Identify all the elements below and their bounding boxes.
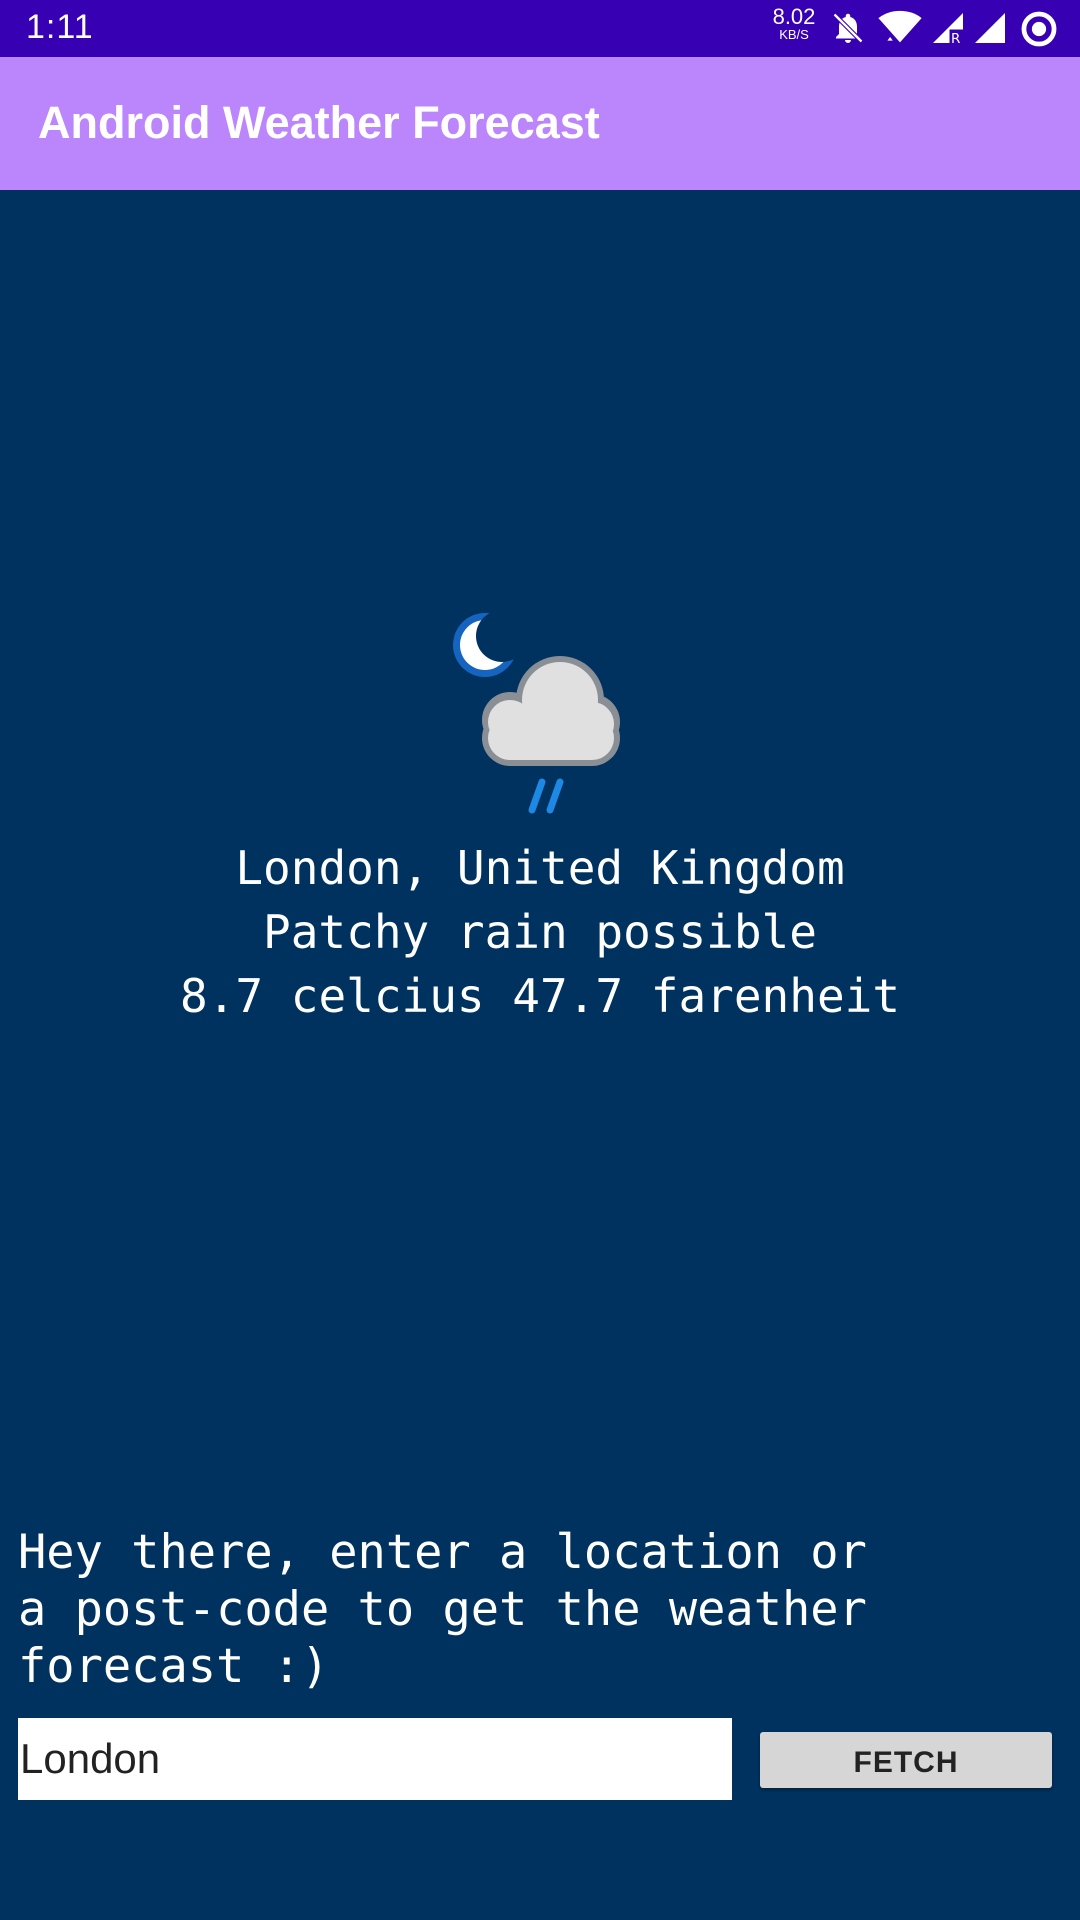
prompt-text: Hey there, enter a location or a post-co… <box>18 1524 1058 1695</box>
status-time: 1:11 <box>26 8 94 46</box>
network-speed: 8.02 KB/S <box>768 4 820 42</box>
network-speed-unit: KB/S <box>779 27 809 42</box>
app-screen: 1:11 8.02 KB/S R Android Weather Forecas… <box>0 0 1080 1920</box>
signal-icon <box>975 13 1005 43</box>
bell-off-icon <box>832 12 864 44</box>
signal-r-icon: R <box>933 13 963 46</box>
prompt-line: a post-code to get the weather <box>18 1582 867 1637</box>
location-text: London, United Kingdom <box>235 841 845 895</box>
svg-text:R: R <box>951 31 960 46</box>
status-bar: 1:11 8.02 KB/S R <box>0 0 1080 57</box>
temperature-text: 8.7 celcius 47.7 farenheit <box>179 969 901 1023</box>
fetch-button[interactable]: FETCH <box>760 1732 1052 1788</box>
app-bar: Android Weather Forecast <box>0 57 1080 190</box>
app-title: Android Weather Forecast <box>38 97 600 148</box>
location-input[interactable] <box>18 1718 732 1800</box>
prompt-line: forecast :) <box>18 1639 330 1694</box>
condition-text: Patchy rain possible <box>263 905 817 959</box>
wifi-icon <box>878 10 922 43</box>
network-speed-value: 8.02 <box>772 4 816 29</box>
weather-info: London, United Kingdom Patchy rain possi… <box>0 836 1080 1028</box>
night-cloud-rain-icon <box>453 610 620 814</box>
prompt-line: Hey there, enter a location or <box>18 1525 867 1580</box>
sync-circle-icon <box>1021 11 1057 47</box>
